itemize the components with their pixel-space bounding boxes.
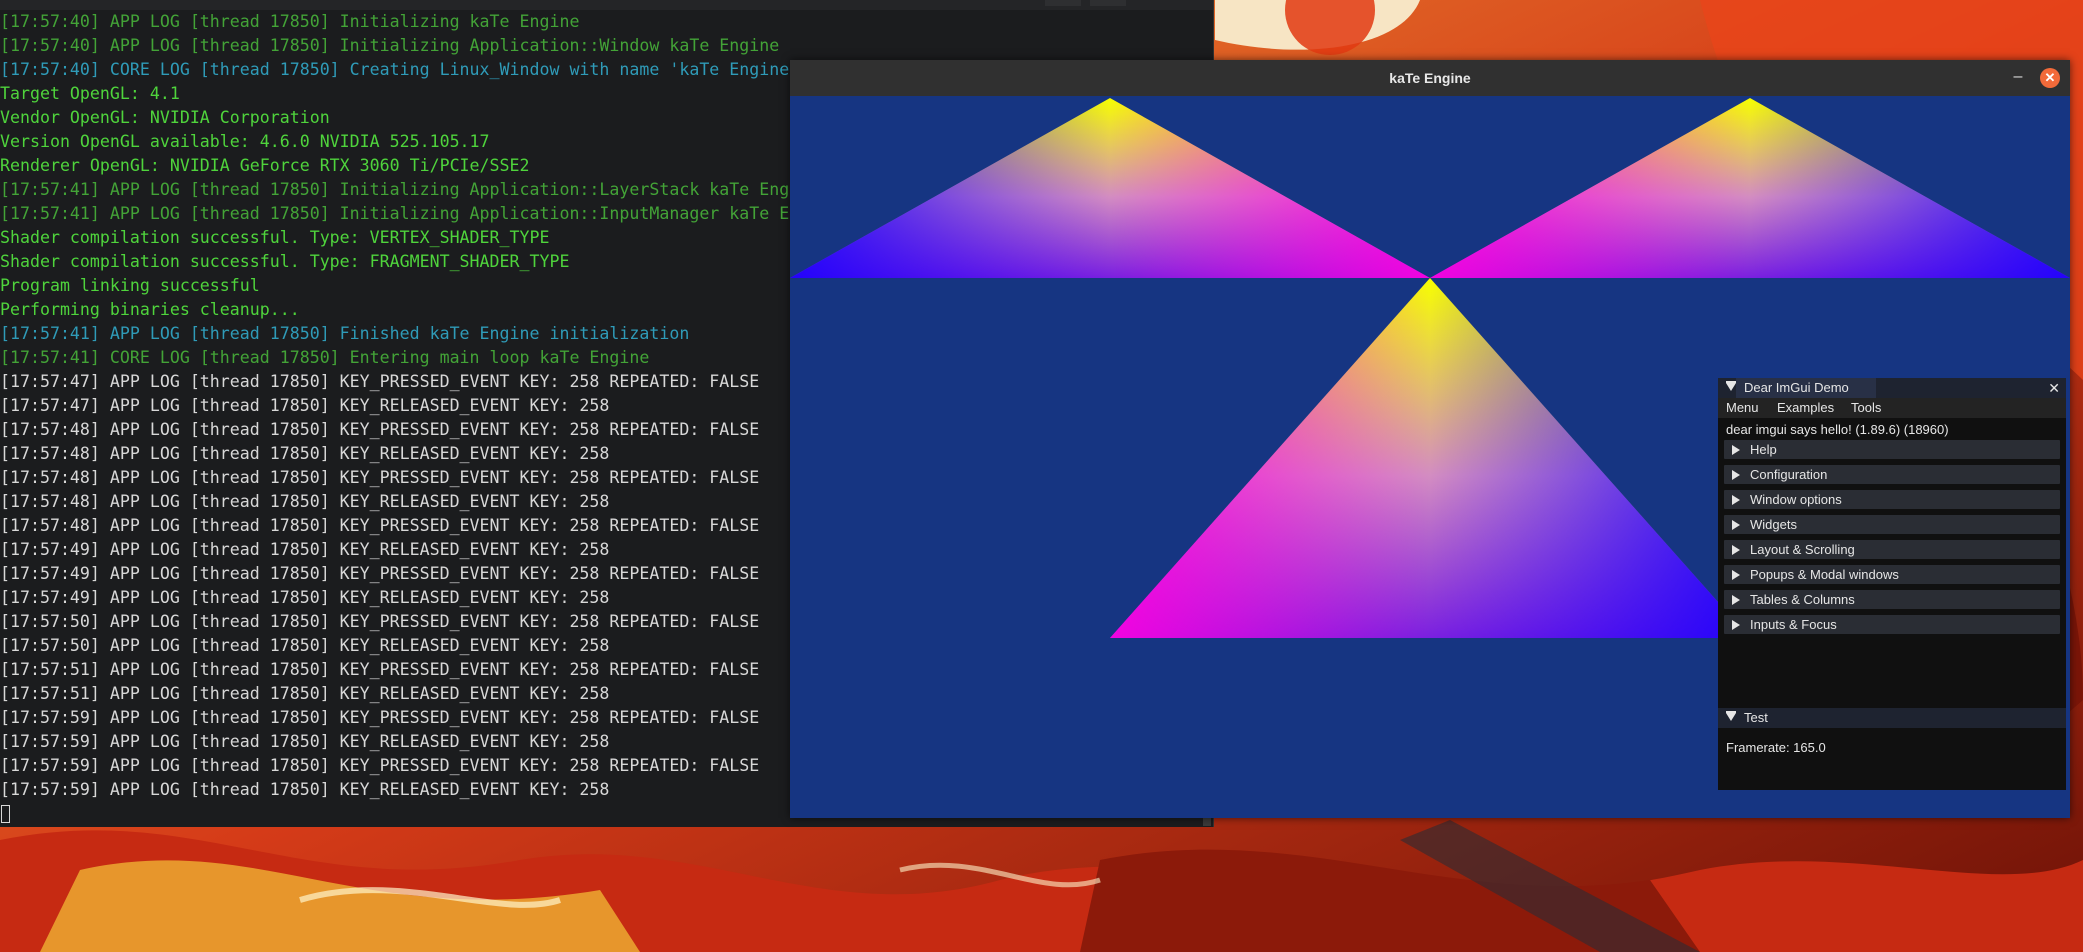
terminal-line: Version OpenGL available: 4.6.0 NVIDIA 5… (0, 132, 490, 151)
terminal-line: [17:57:51] APP LOG [thread 17850] KEY_PR… (0, 660, 760, 679)
test-window-titlebar[interactable]: Test (1718, 708, 2066, 728)
terminal-line: [17:57:47] APP LOG [thread 17850] KEY_PR… (0, 372, 760, 391)
terminal-line: [17:57:59] APP LOG [thread 17850] KEY_RE… (0, 780, 610, 799)
imgui-demo-title: Dear ImGui Demo (1744, 380, 1849, 395)
expand-arrow-icon (1732, 445, 1740, 455)
expand-arrow-icon (1732, 495, 1740, 505)
header-inputs-focus[interactable]: Inputs & Focus (1724, 615, 2060, 634)
terminal-line: [17:57:41] APP LOG [thread 17850] Initia… (0, 180, 790, 199)
terminal-line: Shader compilation successful. Type: FRA… (0, 252, 570, 271)
terminal-line: [17:57:40] APP LOG [thread 17850] Initia… (0, 36, 780, 55)
terminal-output: [17:57:40] APP LOG [thread 17850] Initia… (0, 10, 789, 802)
framerate-text: Framerate: 165.0 (1726, 740, 1826, 755)
terminal-line: [17:57:59] APP LOG [thread 17850] KEY_PR… (0, 756, 760, 775)
close-button[interactable]: ✕ (2040, 68, 2060, 88)
menu-item-tools[interactable]: Tools (1851, 398, 1881, 418)
terminal-line: [17:57:48] APP LOG [thread 17850] KEY_PR… (0, 516, 760, 535)
window-title: kaTe Engine (1389, 70, 1471, 86)
terminal-line: Performing binaries cleanup... (0, 300, 300, 319)
expand-arrow-icon (1732, 545, 1740, 555)
terminal-line: [17:57:49] APP LOG [thread 17850] KEY_PR… (0, 564, 760, 583)
collapse-triangle-icon[interactable] (1726, 711, 1736, 721)
expand-arrow-icon (1732, 570, 1740, 580)
terminal-tab-strip (0, 0, 1213, 10)
minimize-button[interactable]: – (2008, 68, 2028, 88)
terminal-cursor (1, 805, 10, 823)
terminal-line: [17:57:50] APP LOG [thread 17850] KEY_RE… (0, 636, 610, 655)
terminal-line: [17:57:41] APP LOG [thread 17850] Initia… (0, 204, 790, 223)
expand-arrow-icon (1732, 520, 1740, 530)
terminal-line: [17:57:48] APP LOG [thread 17850] KEY_RE… (0, 444, 610, 463)
imgui-close-icon[interactable]: ✕ (2048, 378, 2060, 398)
terminal-line: [17:57:48] APP LOG [thread 17850] KEY_RE… (0, 492, 610, 511)
header-widgets[interactable]: Widgets (1724, 515, 2060, 534)
terminal-line: [17:57:59] APP LOG [thread 17850] KEY_PR… (0, 708, 760, 727)
terminal-line: Vendor OpenGL: NVIDIA Corporation (0, 108, 330, 127)
test-window-title: Test (1744, 710, 1768, 725)
kate-engine-window[interactable]: kaTe Engine – ✕ Dear ImGui Demo ✕ Menu E… (790, 60, 2070, 818)
terminal-line: [17:57:41] APP LOG [thread 17850] Finish… (0, 324, 690, 343)
imgui-menubar: Menu Examples Tools (1718, 398, 2066, 418)
terminal-line: [17:57:59] APP LOG [thread 17850] KEY_RE… (0, 732, 610, 751)
imgui-demo-window[interactable]: Dear ImGui Demo ✕ Menu Examples Tools de… (1718, 378, 2066, 728)
terminal-line: [17:57:40] APP LOG [thread 17850] Initia… (0, 12, 580, 31)
header-popups-modal[interactable]: Popups & Modal windows (1724, 565, 2060, 584)
terminal-line: Target OpenGL: 4.1 (0, 84, 180, 103)
terminal-line: [17:57:48] APP LOG [thread 17850] KEY_PR… (0, 420, 760, 439)
header-window-options[interactable]: Window options (1724, 490, 2060, 509)
header-help[interactable]: Help (1724, 440, 2060, 459)
imgui-demo-titlebar[interactable]: Dear ImGui Demo ✕ (1718, 378, 2066, 398)
collapse-triangle-icon[interactable] (1726, 381, 1736, 391)
terminal-line: [17:57:49] APP LOG [thread 17850] KEY_RE… (0, 540, 610, 559)
terminal-line: [17:57:50] APP LOG [thread 17850] KEY_PR… (0, 612, 760, 631)
terminal-line: [17:57:49] APP LOG [thread 17850] KEY_RE… (0, 588, 610, 607)
terminal-scrollbar[interactable] (1203, 818, 1211, 826)
imgui-hello-text: dear imgui says hello! (1.89.6) (18960) (1726, 422, 1949, 437)
imgui-test-window[interactable]: Framerate: 165.0 (1718, 728, 2066, 790)
terminal-line: Program linking successful (0, 276, 260, 295)
menu-item-menu[interactable]: Menu (1726, 398, 1759, 418)
expand-arrow-icon (1732, 620, 1740, 630)
expand-arrow-icon (1732, 595, 1740, 605)
terminal-line: [17:57:41] CORE LOG [thread 17850] Enter… (0, 348, 650, 367)
terminal-line: Renderer OpenGL: NVIDIA GeForce RTX 3060… (0, 156, 530, 175)
terminal-line: [17:57:48] APP LOG [thread 17850] KEY_PR… (0, 468, 760, 487)
terminal-line: [17:57:51] APP LOG [thread 17850] KEY_RE… (0, 684, 610, 703)
terminal-line: [17:57:40] CORE LOG [thread 17850] Creat… (0, 60, 790, 79)
menu-item-examples[interactable]: Examples (1777, 398, 1834, 418)
expand-arrow-icon (1732, 470, 1740, 480)
header-layout-scrolling[interactable]: Layout & Scrolling (1724, 540, 2060, 559)
terminal-line: [17:57:47] APP LOG [thread 17850] KEY_RE… (0, 396, 610, 415)
window-titlebar[interactable]: kaTe Engine – ✕ (790, 60, 2070, 97)
header-configuration[interactable]: Configuration (1724, 465, 2060, 484)
header-tables-columns[interactable]: Tables & Columns (1724, 590, 2060, 609)
terminal-line: Shader compilation successful. Type: VER… (0, 228, 550, 247)
